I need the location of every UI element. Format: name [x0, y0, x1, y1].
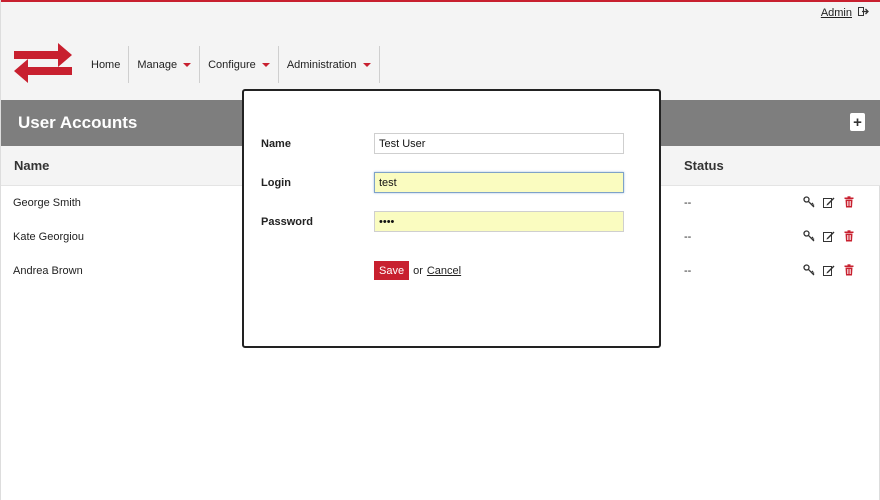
user-status: --: [684, 265, 692, 277]
column-header-name[interactable]: Name: [14, 158, 49, 173]
name-field[interactable]: [374, 133, 624, 154]
row-actions: [803, 230, 855, 242]
key-icon[interactable]: [803, 230, 815, 242]
user-name: Andrea Brown: [13, 265, 83, 277]
password-label: Password: [261, 216, 313, 228]
row-actions: [803, 196, 855, 208]
admin-user-link[interactable]: Admin: [821, 7, 852, 19]
name-label: Name: [261, 138, 291, 150]
swap-arrows-logo[interactable]: [14, 40, 72, 86]
logout-icon[interactable]: [858, 6, 869, 20]
key-icon[interactable]: [803, 264, 815, 276]
nav-manage[interactable]: Manage: [129, 46, 201, 83]
user-area: Admin: [821, 6, 869, 20]
nav-home[interactable]: Home: [83, 46, 130, 83]
save-button[interactable]: Save: [374, 261, 410, 280]
trash-icon[interactable]: [843, 230, 855, 242]
trash-icon[interactable]: [843, 196, 855, 208]
user-edit-dialog: Name Login Password Save or Cancel: [242, 89, 661, 348]
user-name: George Smith: [13, 197, 81, 209]
caret-down-icon: [261, 63, 270, 67]
or-text: or: [413, 264, 423, 277]
caret-down-icon: [362, 63, 371, 67]
nav-manage-label: Manage: [137, 58, 178, 71]
nav-configure-label: Configure: [208, 58, 256, 71]
password-field[interactable]: [374, 211, 624, 232]
user-status: --: [684, 231, 692, 243]
page-title: User Accounts: [18, 113, 138, 132]
nav-home-label: Home: [91, 58, 121, 71]
top-header: Admin Home Manage Configure Administrati…: [1, 0, 880, 100]
edit-icon[interactable]: [823, 196, 835, 208]
main-nav: Home Manage Configure Administration: [83, 46, 380, 83]
add-user-button[interactable]: +: [850, 113, 865, 131]
caret-down-icon: [183, 63, 192, 67]
edit-icon[interactable]: [823, 230, 835, 242]
row-actions: [803, 264, 855, 276]
login-label: Login: [261, 177, 291, 189]
form-actions: Save or Cancel: [374, 261, 461, 280]
column-header-status[interactable]: Status: [684, 158, 724, 173]
edit-icon[interactable]: [823, 264, 835, 276]
nav-administration[interactable]: Administration: [279, 46, 380, 83]
trash-icon[interactable]: [843, 264, 855, 276]
nav-configure[interactable]: Configure: [200, 46, 279, 83]
user-name: Kate Georgiou: [13, 231, 84, 243]
user-status: --: [684, 197, 692, 209]
nav-administration-label: Administration: [286, 58, 357, 71]
login-field[interactable]: [374, 172, 624, 193]
key-icon[interactable]: [803, 196, 815, 208]
cancel-link[interactable]: Cancel: [427, 265, 461, 277]
plus-icon: +: [853, 113, 862, 131]
